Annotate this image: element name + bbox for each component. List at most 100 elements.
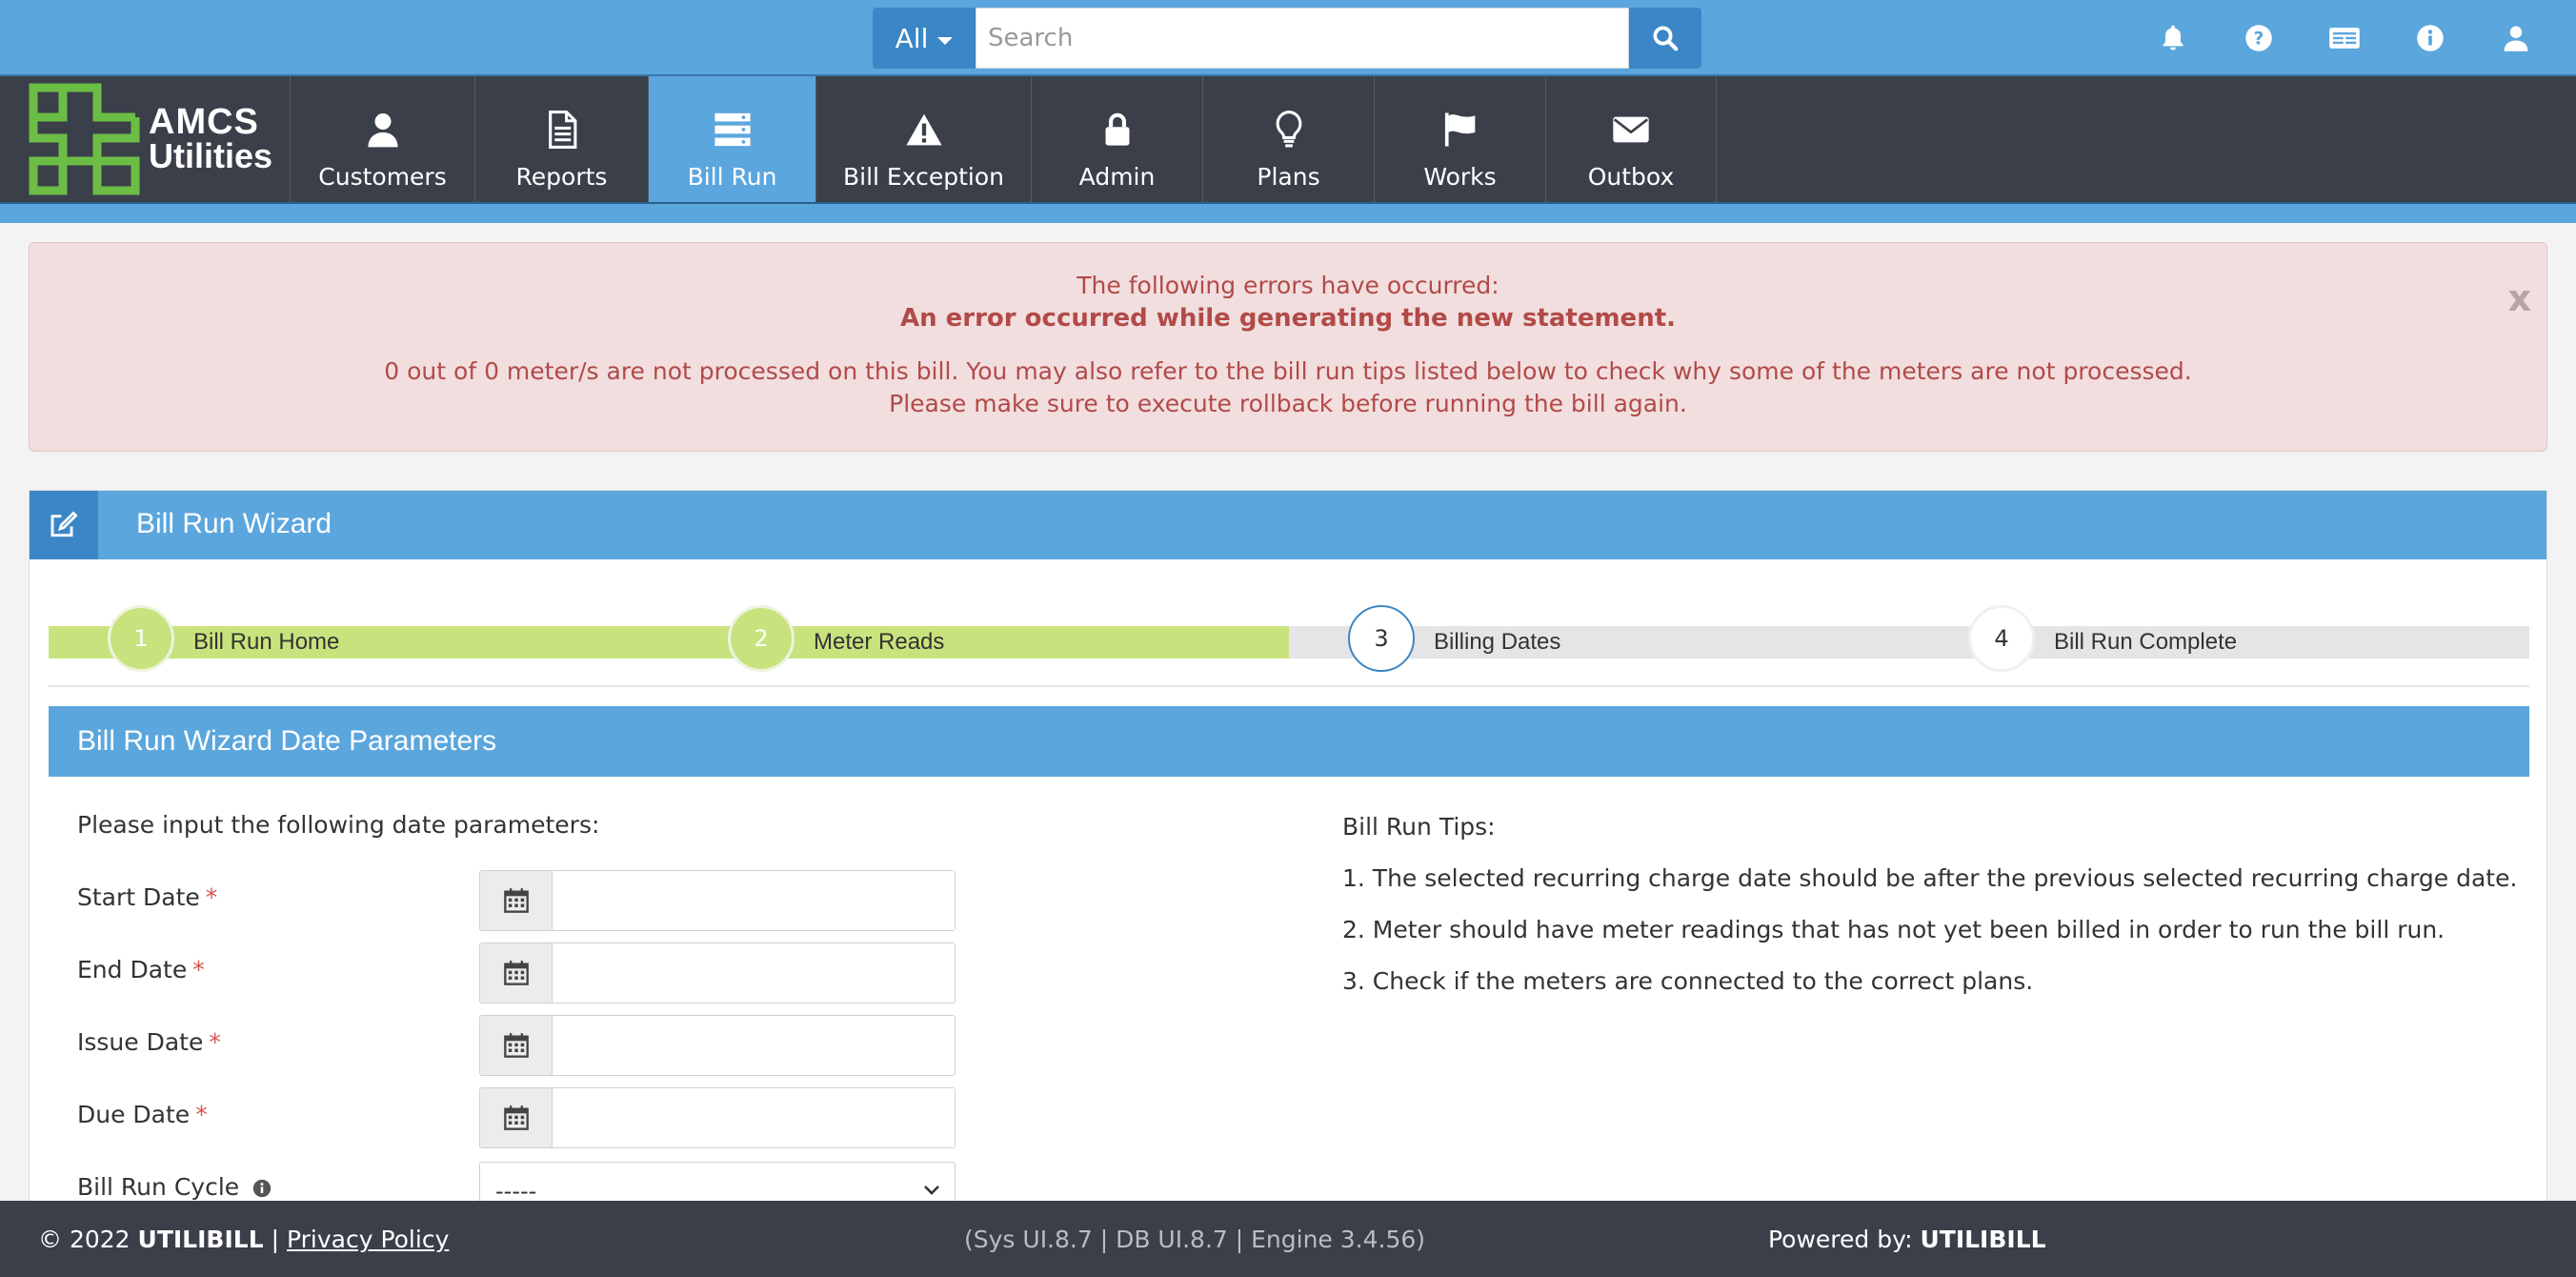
id-card-button[interactable]	[2328, 22, 2361, 54]
end-date-field	[479, 943, 956, 1003]
tips-heading: Bill Run Tips:	[1342, 813, 1496, 841]
step-number: 1	[108, 605, 174, 672]
nav-underline-strip	[0, 202, 2576, 223]
edit-icon	[50, 511, 78, 537]
alert-error-message: An error occurred while generating the n…	[899, 304, 1677, 333]
wizard-header-icon-box	[30, 491, 98, 559]
logo-mark-icon	[29, 83, 140, 195]
bell-icon	[2163, 25, 2184, 51]
nav-label: Works	[1423, 163, 1497, 191]
nav-label: Bill Exception	[843, 163, 1004, 191]
help-button[interactable]: ?	[2243, 22, 2275, 54]
step-number: 2	[728, 605, 795, 672]
divider	[49, 685, 2529, 687]
nav-label: Customers	[318, 163, 447, 191]
nav-reports[interactable]: Reports	[474, 76, 648, 202]
svg-text:?: ?	[2254, 29, 2264, 49]
nav-outbox[interactable]: Outbox	[1545, 76, 1717, 202]
search-button[interactable]	[1629, 8, 1701, 69]
calendar-icon	[503, 1105, 529, 1130]
footer-powered-by: Powered by: UTILIBILL	[1768, 1226, 2046, 1253]
search-scope-dropdown[interactable]: All	[873, 8, 976, 69]
nav-bill-run[interactable]: Bill Run	[648, 76, 815, 202]
notifications-button[interactable]	[2157, 22, 2189, 54]
info-icon	[2417, 25, 2444, 51]
nav-admin[interactable]: Admin	[1031, 76, 1202, 202]
flag-icon	[1444, 112, 1475, 147]
nav-label: Reports	[515, 163, 608, 191]
end-date-calendar-button[interactable]	[480, 943, 553, 1003]
search-scope-label: All	[895, 22, 929, 54]
brand-line2: Utilities	[149, 136, 273, 175]
close-icon[interactable]: x	[2507, 277, 2531, 319]
end-date-input[interactable]	[553, 943, 955, 1003]
required-marker: *	[195, 1101, 208, 1128]
tip-item: 2. Meter should have meter readings that…	[1342, 916, 2445, 943]
server-icon	[714, 112, 751, 147]
privacy-policy-link[interactable]: Privacy Policy	[287, 1226, 449, 1253]
step-label: Meter Reads	[814, 629, 945, 655]
footer-brand: UTILIBILL	[137, 1226, 264, 1253]
step-bill-run-complete[interactable]: 4 Bill Run Complete	[1909, 605, 2529, 681]
issue-date-field	[479, 1015, 956, 1076]
caret-down-icon	[937, 37, 954, 45]
top-bar: All ?	[0, 0, 2576, 76]
nav-plans[interactable]: Plans	[1202, 76, 1374, 202]
nav-bill-exception[interactable]: Bill Exception	[815, 76, 1031, 202]
top-icons: ?	[2157, 0, 2532, 76]
issue-date-label: Issue Date *	[77, 1028, 221, 1056]
step-bill-run-home[interactable]: 1 Bill Run Home	[49, 605, 669, 681]
end-date-label: End Date *	[77, 956, 205, 983]
start-date-field	[479, 870, 956, 931]
nav-works[interactable]: Works	[1374, 76, 1545, 202]
step-label: Billing Dates	[1434, 629, 1561, 655]
search-group: All	[873, 8, 1701, 69]
logo-text: AMCS Utilities	[149, 104, 273, 175]
date-parameters-header: Bill Run Wizard Date Parameters	[49, 706, 2529, 777]
error-alert: The following errors have occurred: An e…	[29, 242, 2547, 452]
user-icon	[367, 113, 398, 148]
search-input[interactable]	[976, 8, 1629, 69]
chevron-down-icon	[924, 1186, 939, 1195]
due-date-label: Due Date *	[77, 1101, 208, 1128]
footer-copyright: © 2022 UTILIBILL | Privacy Policy	[38, 1226, 450, 1253]
start-date-label: Start Date *	[77, 883, 218, 911]
start-date-calendar-button[interactable]	[480, 871, 553, 930]
tip-item: 3. Check if the meters are connected to …	[1342, 967, 2034, 995]
search-icon	[1653, 26, 1679, 51]
nav-customers[interactable]: Customers	[290, 76, 474, 202]
step-label: Bill Run Home	[193, 629, 340, 655]
calendar-icon	[503, 888, 529, 913]
user-icon	[2504, 26, 2528, 51]
document-icon	[548, 111, 576, 149]
wizard-header: Bill Run Wizard	[30, 491, 2546, 559]
bill-run-cycle-label: Bill Run Cycle	[77, 1173, 272, 1201]
due-date-input[interactable]	[553, 1088, 955, 1147]
due-date-calendar-button[interactable]	[480, 1088, 553, 1147]
required-marker: *	[192, 956, 205, 983]
nav-label: Admin	[1078, 163, 1156, 191]
lightbulb-icon	[1276, 111, 1301, 148]
step-label: Bill Run Complete	[2054, 629, 2238, 655]
nav-items: Customers Reports Bill Run Bill Exceptio…	[290, 76, 1717, 202]
user-menu-button[interactable]	[2500, 22, 2532, 54]
bill-run-wizard-panel: Bill Run Wizard 1 Bill Run Home 2 Meter …	[29, 490, 2547, 1219]
alert-rollback-note: Please make sure to execute rollback bef…	[889, 390, 1687, 417]
step-billing-dates[interactable]: 3 Billing Dates	[1289, 605, 1909, 681]
start-date-input[interactable]	[553, 871, 955, 930]
main-nav: AMCS Utilities Customers Reports Bill Ru…	[0, 76, 2576, 202]
step-number: 3	[1348, 605, 1415, 672]
step-meter-reads[interactable]: 2 Meter Reads	[669, 605, 1289, 681]
info-button[interactable]	[2414, 22, 2446, 54]
step-number: 4	[1968, 605, 2035, 672]
issue-date-calendar-button[interactable]	[480, 1016, 553, 1075]
instructions: Please input the following date paramete…	[77, 811, 600, 839]
calendar-icon	[503, 1033, 529, 1058]
issue-date-input[interactable]	[553, 1016, 955, 1075]
logo[interactable]: AMCS Utilities	[29, 82, 288, 196]
nav-label: Bill Run	[687, 163, 777, 191]
section-title: Bill Run Wizard Date Parameters	[77, 725, 497, 757]
id-card-icon	[2329, 28, 2360, 49]
footer-powered-brand: UTILIBILL	[1920, 1226, 2046, 1253]
nav-label: Outbox	[1587, 163, 1675, 191]
